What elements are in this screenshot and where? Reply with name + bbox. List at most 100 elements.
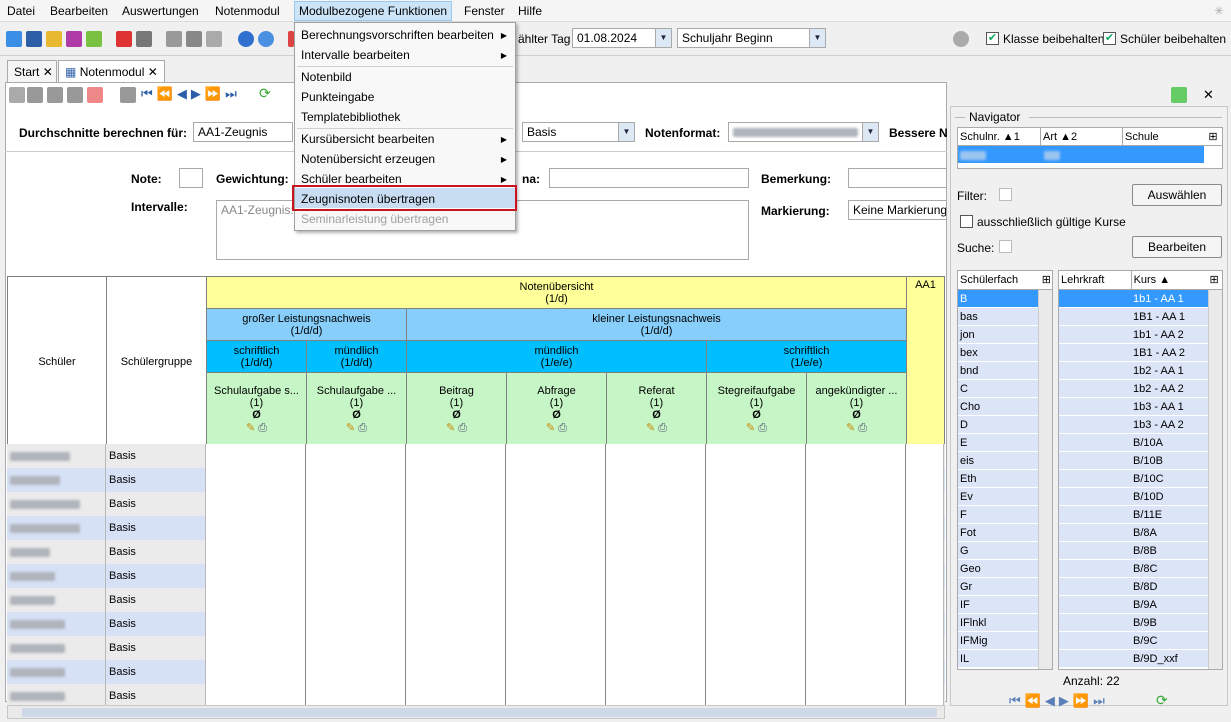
grade-column-header[interactable]: Stegreifaufgabe (1) Ø ✎ ⎙ [706,372,807,447]
course-list[interactable]: Lehrkraft Kurs ▲ ⊞ 1b1 - AA 1 1B1 - AA 1 1… [1058,270,1223,670]
grade-cell[interactable] [606,516,706,540]
grade-cell[interactable] [606,636,706,660]
menu-hilfe[interactable]: Hilfe [518,4,542,18]
edit-button[interactable]: Bearbeiten [1132,236,1222,258]
theme-field[interactable] [549,168,749,188]
grade-cell[interactable] [406,564,506,588]
subject-item[interactable]: Gr [958,578,1038,596]
chevron-down-icon[interactable]: ▼ [809,29,825,47]
refresh-icon[interactable]: ⟳ [259,85,271,102]
grade-cell[interactable] [206,444,306,468]
subject-item[interactable]: IFMig [958,632,1038,650]
grade-column-header[interactable]: Schulaufgabe s... (1) Ø ✎ ⎙ [206,372,307,447]
grade-column-header[interactable]: Schulaufgabe ... (1) Ø ✎ ⎙ [306,372,407,447]
grade-cell[interactable] [206,588,306,612]
school-row[interactable] [958,146,1204,164]
subject-item[interactable]: IF [958,596,1038,614]
info-icon[interactable] [238,31,254,47]
table-row[interactable]: Basis [7,540,945,564]
grade-cell[interactable] [306,444,406,468]
grade-cell[interactable] [906,540,944,564]
menu-auswertungen[interactable]: Auswertungen [122,4,199,18]
menu-item-zeugnisnoten-uebertragen[interactable]: Zeugnisnoten übertragen [301,192,435,206]
grade-cell[interactable] [506,492,606,516]
date-field[interactable]: 01.08.2024 ▼ [572,28,672,48]
subject-item[interactable]: F [958,506,1038,524]
course-item[interactable]: B/11E [1059,506,1222,524]
avg-select[interactable]: AA1-Zeugnis [193,122,293,142]
grade-cell[interactable] [506,588,606,612]
print-icon[interactable]: ⎙ [758,422,767,434]
grade-cell[interactable] [706,540,806,564]
undo-icon[interactable] [47,87,63,103]
grade-column-header[interactable]: angekündigter ... (1) Ø ✎ ⎙ [806,372,907,447]
grade-cell[interactable] [206,468,306,492]
subject-item[interactable]: jon [958,326,1038,344]
grade-cell[interactable] [806,468,906,492]
grade-cell[interactable] [706,492,806,516]
vertical-scrollbar[interactable] [1208,290,1222,669]
subject-item[interactable]: bex [958,344,1038,362]
grade-column-header[interactable]: Abfrage (1) Ø ✎ ⎙ [506,372,607,447]
grade-cell[interactable] [506,612,606,636]
subject-item[interactable]: bas [958,308,1038,326]
column-header-lehrkraft[interactable]: Lehrkraft [1059,271,1131,289]
select-button[interactable]: Auswählen [1132,184,1222,206]
grade-cell[interactable] [206,516,306,540]
grade-cell[interactable] [806,564,906,588]
class-icon[interactable] [6,31,22,47]
grade-cell[interactable] [406,492,506,516]
edit-icon[interactable]: ✎ [646,422,655,434]
print-icon[interactable]: ⎙ [858,422,867,434]
course-item[interactable]: 1b1 - AA 1 [1059,290,1222,308]
grade-cell[interactable] [206,636,306,660]
menu-fenster[interactable]: Fenster [464,4,505,18]
basis-select[interactable]: Basis ▼ [522,122,635,142]
column-chooser-icon[interactable]: ⊞ [1204,128,1222,145]
table-row[interactable]: Basis [7,564,945,588]
edit-icon[interactable]: ✎ [846,422,855,434]
grade-cell[interactable] [806,516,906,540]
grade-cell[interactable] [706,636,806,660]
grade-cell[interactable] [306,660,406,684]
chevron-down-icon[interactable]: ▼ [862,123,878,141]
tab-start[interactable]: Start ✕ [7,60,57,82]
subject-item[interactable]: E [958,434,1038,452]
column-chooser-icon[interactable]: ⊞ [1206,271,1222,289]
grade-cell[interactable] [406,612,506,636]
print-icon[interactable]: ⎙ [458,422,467,434]
course-item[interactable]: B/8B [1059,542,1222,560]
edit-icon[interactable]: ✎ [346,422,355,434]
subject-item[interactable]: B [958,290,1038,308]
date-dropdown-icon[interactable]: ▼ [655,29,671,47]
format-select[interactable]: ▼ [728,122,879,142]
book-icon[interactable] [116,31,132,47]
grade-cell[interactable] [406,444,506,468]
calculator-icon[interactable] [136,31,152,47]
grade-cell[interactable] [406,636,506,660]
chat-icon[interactable] [66,31,82,47]
print-icon[interactable]: ⎙ [658,422,667,434]
grade-cell[interactable] [806,612,906,636]
course-item[interactable]: B/10D [1059,488,1222,506]
navigation-icons[interactable]: ⏮⏪◀▶⏩⏭ [141,86,241,102]
grade-cell[interactable] [806,636,906,660]
column-header-schuelerfach[interactable]: Schülerfach ⊞ [958,271,1052,290]
course-item[interactable]: B/9B [1059,614,1222,632]
grade-cell[interactable] [306,468,406,492]
close-icon[interactable]: ✕ [1203,87,1214,103]
grade-cell[interactable] [606,564,706,588]
menu-item-intervalle[interactable]: Intervalle bearbeiten [301,48,410,62]
course-item[interactable]: B/9C [1059,632,1222,650]
grade-cell[interactable] [806,588,906,612]
course-item[interactable]: 1b1 - AA 2 [1059,326,1222,344]
new-icon[interactable] [9,87,25,103]
column-header-schule[interactable]: Schule [1122,128,1204,145]
table-row[interactable]: Basis [7,516,945,540]
grade-cell[interactable] [506,636,606,660]
grade-cell[interactable] [506,516,606,540]
keep-class-checkbox[interactable]: ✔ [986,32,999,45]
column-header-schulnr[interactable]: Schulnr. ▲1 [958,128,1040,145]
grade-cell[interactable] [306,540,406,564]
grade-cell[interactable] [606,444,706,468]
